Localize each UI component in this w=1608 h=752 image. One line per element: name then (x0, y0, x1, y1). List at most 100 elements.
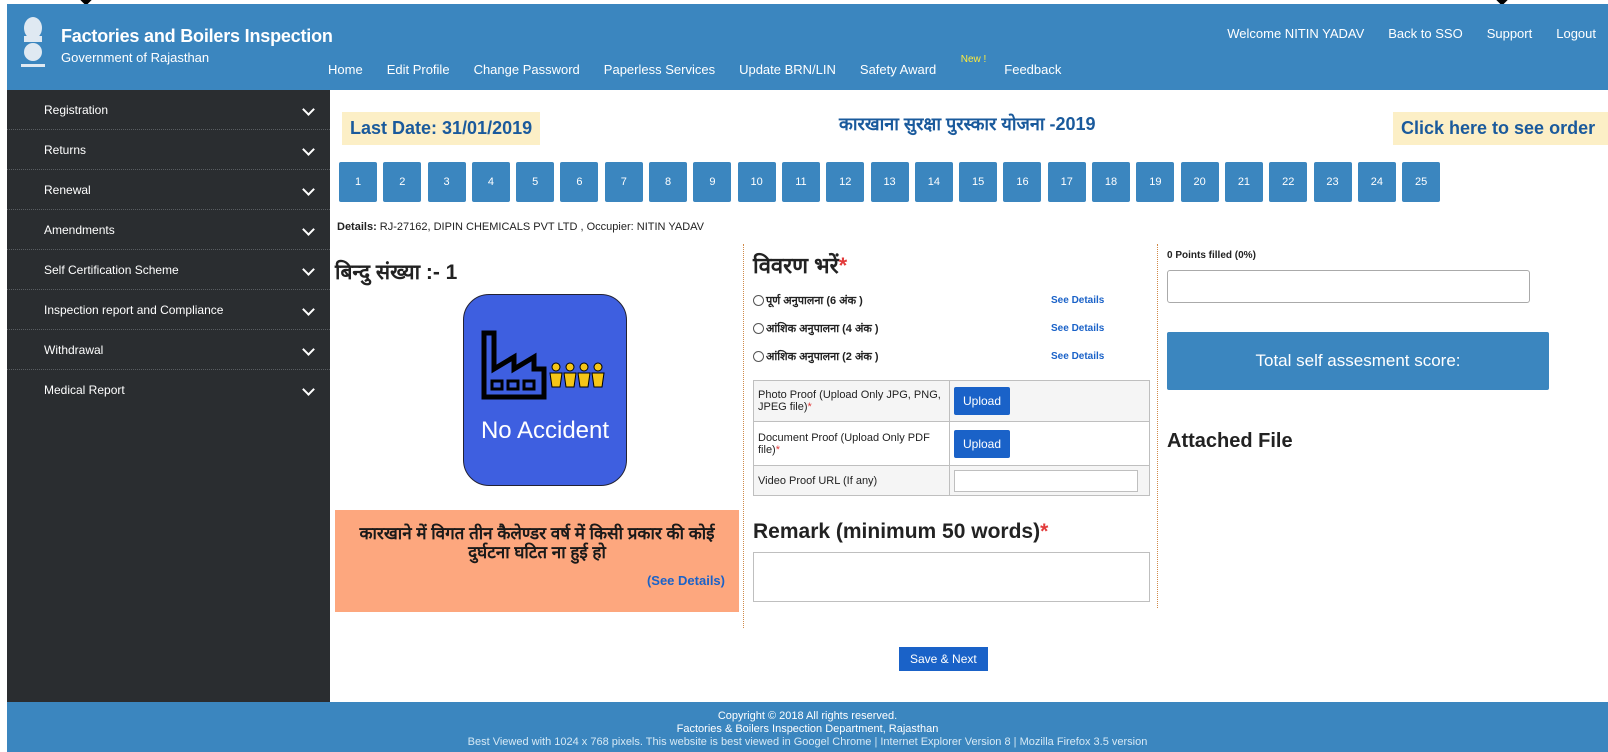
sidebar-item-registration[interactable]: Registration (7, 90, 330, 130)
main-content: Last Date: 31/01/2019 कारखाना सुरक्षा पु… (330, 90, 1608, 702)
tile-label: No Accident (480, 417, 610, 444)
page-button-25[interactable]: 25 (1402, 162, 1441, 202)
score-panel: 0 Points filled (0%) Total self assesmen… (1167, 250, 1557, 452)
page-button-14[interactable]: 14 (914, 162, 953, 202)
no-accident-tile: No Accident (463, 294, 627, 486)
document-upload-button[interactable]: Upload (954, 429, 1011, 458)
option-partial-compliance-4[interactable]: आंशिक अनुपालना (4 अंक ) See Details (753, 314, 1151, 342)
proof-upload-table: Photo Proof (Upload Only JPG, PNG, JPEG … (753, 380, 1150, 496)
fill-details-title-text: विवरण भरें (753, 253, 839, 278)
page-button-16[interactable]: 16 (1003, 162, 1042, 202)
page-button-21[interactable]: 21 (1224, 162, 1263, 202)
option-label: पूर्ण अनुपालना (6 अंक ) (766, 294, 863, 307)
page-button-22[interactable]: 22 (1269, 162, 1308, 202)
sidebar-item-self-certification[interactable]: Self Certification Scheme (7, 250, 330, 290)
nav-paperless-services[interactable]: Paperless Services (604, 62, 715, 77)
page-button-10[interactable]: 10 (737, 162, 776, 202)
page-button-13[interactable]: 13 (870, 162, 909, 202)
sidebar-item-label: Withdrawal (44, 342, 104, 357)
nav-feedback[interactable]: Feedback (1004, 62, 1061, 77)
logout-link[interactable]: Logout (1556, 26, 1596, 41)
total-score-banner: Total self assesment score: (1167, 332, 1549, 390)
page-button-7[interactable]: 7 (604, 162, 643, 202)
sidebar-item-returns[interactable]: Returns (7, 130, 330, 170)
sidebar-item-amendments[interactable]: Amendments (7, 210, 330, 250)
document-proof-text: Document Proof (Upload Only PDF file) (758, 431, 930, 456)
sidebar-item-inspection-report[interactable]: Inspection report and Compliance (7, 290, 330, 330)
nav-safety-award[interactable]: Safety Award New ! (860, 54, 986, 77)
option-see-details-link[interactable]: See Details (1051, 323, 1104, 334)
page-button-18[interactable]: 18 (1092, 162, 1131, 202)
sidebar-item-label: Amendments (44, 222, 115, 237)
support-link[interactable]: Support (1487, 26, 1533, 41)
criteria-text: कारखाने में विगत तीन कैलेण्डर वर्ष में क… (359, 524, 715, 562)
page-button-3[interactable]: 3 (427, 162, 466, 202)
page-button-4[interactable]: 4 (471, 162, 510, 202)
photo-proof-cell: Upload (949, 380, 1150, 422)
see-order-link[interactable]: Click here to see order (1393, 112, 1608, 145)
radio-button[interactable] (753, 350, 764, 362)
top-nav: Home Edit Profile Change Password Paperl… (328, 54, 1085, 77)
option-see-details-link[interactable]: See Details (1051, 351, 1104, 362)
radio-button[interactable] (753, 294, 764, 306)
save-next-button[interactable]: Save & Next (899, 647, 988, 671)
point-pagination: 1 2 3 4 5 6 7 8 9 10 11 12 13 14 15 16 17 18 19 20 21 22 23 24 2… (339, 162, 1446, 202)
page-button-12[interactable]: 12 (826, 162, 865, 202)
page-button-20[interactable]: 20 (1180, 162, 1219, 202)
option-see-details-link[interactable]: See Details (1051, 295, 1104, 306)
page-button-8[interactable]: 8 (649, 162, 688, 202)
option-partial-compliance-2[interactable]: आंशिक अनुपालना (2 अंक ) See Details (753, 342, 1151, 370)
document-proof-cell: Upload (949, 421, 1150, 466)
table-row: Photo Proof (Upload Only JPG, PNG, JPEG … (753, 380, 1150, 422)
chevron-down-icon (302, 345, 316, 359)
option-full-compliance[interactable]: पूर्ण अनुपालना (6 अंक ) See Details (753, 286, 1151, 314)
top-header: Factories and Boilers Inspection Governm… (7, 4, 1608, 90)
chevron-down-icon (302, 105, 316, 119)
page-button-2[interactable]: 2 (383, 162, 422, 202)
sidebar-item-withdrawal[interactable]: Withdrawal (7, 330, 330, 370)
emblem-icon (21, 17, 45, 67)
details-line: Details: RJ-27162, DIPIN CHEMICALS PVT L… (337, 221, 704, 233)
page-button-6[interactable]: 6 (560, 162, 599, 202)
sidebar-item-label: Inspection report and Compliance (44, 302, 224, 317)
page-button-9[interactable]: 9 (693, 162, 732, 202)
nav-edit-profile[interactable]: Edit Profile (387, 62, 450, 77)
page-button-17[interactable]: 17 (1047, 162, 1086, 202)
page-button-19[interactable]: 19 (1136, 162, 1175, 202)
back-to-sso-link[interactable]: Back to SSO (1388, 26, 1462, 41)
page-button-15[interactable]: 15 (959, 162, 998, 202)
nav-home[interactable]: Home (328, 62, 363, 77)
remark-textarea[interactable] (753, 552, 1150, 602)
brand-title: Factories and Boilers Inspection (61, 26, 333, 46)
point-info-panel: बिन्दु संख्या :- 1 No Accident कारखाने म… (335, 250, 742, 612)
required-mark: * (838, 253, 848, 278)
details-label: Details: (337, 221, 377, 233)
sidebar-item-label: Self Certification Scheme (44, 262, 179, 277)
chevron-down-icon (302, 145, 316, 159)
page-button-11[interactable]: 11 (781, 162, 820, 202)
video-url-input[interactable] (954, 469, 1138, 492)
sidebar-item-medical-report[interactable]: Medical Report (7, 370, 330, 410)
radio-button[interactable] (753, 322, 764, 334)
page-button-23[interactable]: 23 (1313, 162, 1352, 202)
photo-upload-button[interactable]: Upload (954, 387, 1011, 415)
footer-department: Factories & Boilers Inspection Departmen… (676, 723, 939, 735)
factory-workers-icon (481, 330, 605, 400)
sidebar-item-renewal[interactable]: Renewal (7, 170, 330, 210)
chevron-down-icon (302, 185, 316, 199)
nav-update-brn-lin[interactable]: Update BRN/LIN (739, 62, 836, 77)
footer: Copyright © 2018 All rights reserved. Fa… (7, 702, 1608, 752)
brand-subtitle: Government of Rajasthan (61, 50, 210, 65)
page-button-24[interactable]: 24 (1357, 162, 1396, 202)
nav-change-password[interactable]: Change Password (474, 62, 580, 77)
table-row: Video Proof URL (If any) (753, 465, 1150, 496)
points-filled-text: 0 Points filled (0%) (1167, 250, 1256, 261)
remark-title-text: Remark (minimum 50 words) (753, 520, 1041, 543)
last-date-banner: Last Date: 31/01/2019 (342, 112, 541, 145)
page-button-5[interactable]: 5 (516, 162, 555, 202)
points-progress-bar (1167, 270, 1530, 303)
criteria-see-details-link[interactable]: (See Details) (647, 573, 725, 588)
page-button-1[interactable]: 1 (339, 162, 377, 202)
new-badge: New ! (960, 54, 987, 65)
chevron-down-icon (302, 305, 316, 319)
